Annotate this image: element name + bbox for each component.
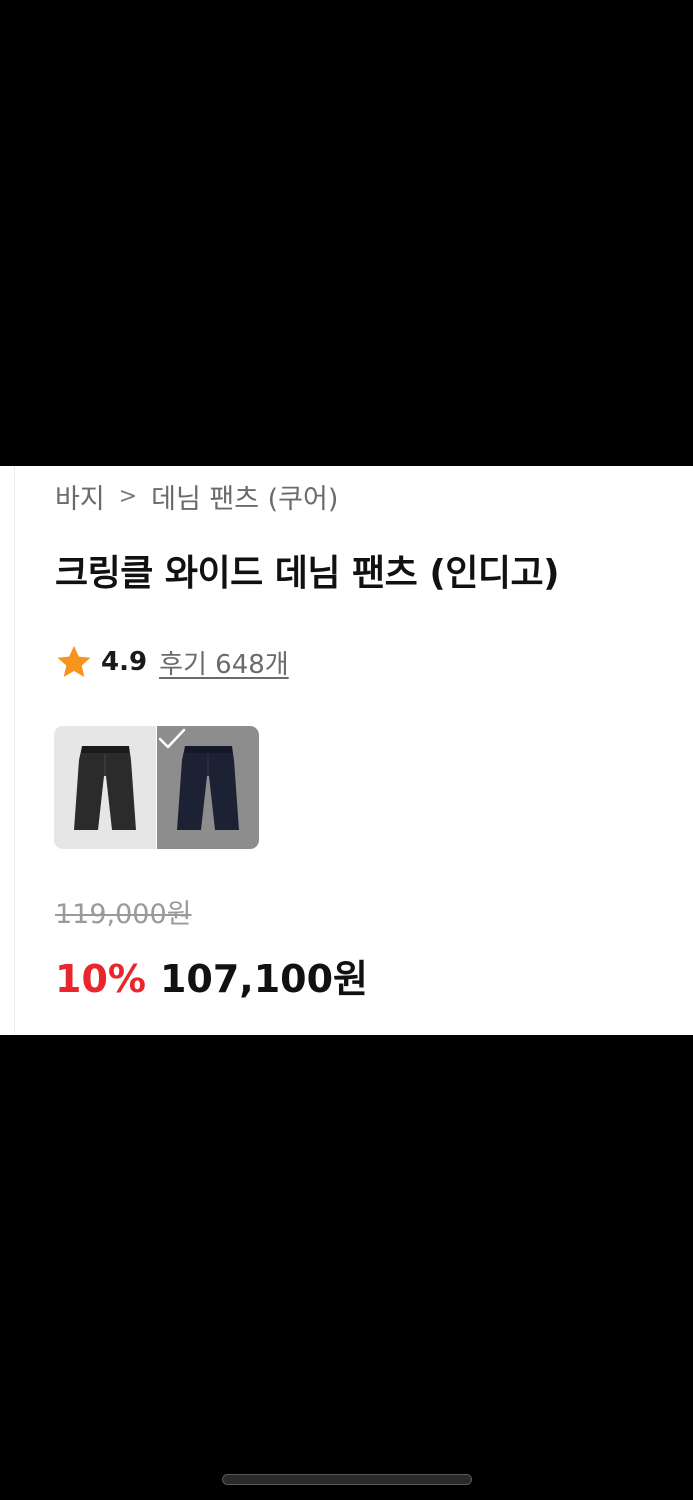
rating-row: 4.9 후기 648개 [55, 642, 289, 682]
original-price: 119,000원 [55, 899, 192, 930]
home-indicator[interactable] [222, 1474, 472, 1485]
product-title: 크링클 와이드 데님 팬츠 (인디고) [55, 553, 560, 594]
screen: 바지 > 데님 팬츠 (쿠어) 크링클 와이드 데님 팬츠 (인디고) 4.9 … [0, 0, 693, 1500]
color-swatch-indigo[interactable] [157, 726, 259, 849]
sale-price: 107,100원 [159, 957, 369, 1001]
breadcrumb: 바지 > 데님 팬츠 (쿠어) [55, 476, 338, 516]
black-pants-image [74, 746, 136, 830]
check-icon [158, 728, 186, 749]
breadcrumb-subcategory[interactable]: 데님 팬츠 (쿠어) [151, 477, 338, 516]
product-info-card: 바지 > 데님 팬츠 (쿠어) 크링클 와이드 데님 팬츠 (인디고) 4.9 … [0, 466, 693, 1035]
review-count-link[interactable]: 후기 648개 [159, 644, 289, 681]
chevron-right-icon: > [118, 483, 138, 509]
breadcrumb-category[interactable]: 바지 [55, 477, 105, 516]
rating-value: 4.9 [101, 647, 148, 677]
price-row: 10% 107,100원 [55, 948, 368, 1003]
star-icon [57, 645, 91, 678]
color-swatches [54, 726, 259, 849]
color-swatch-black[interactable] [54, 726, 156, 849]
card-divider [14, 466, 15, 1035]
discount-rate: 10% [55, 957, 146, 1001]
